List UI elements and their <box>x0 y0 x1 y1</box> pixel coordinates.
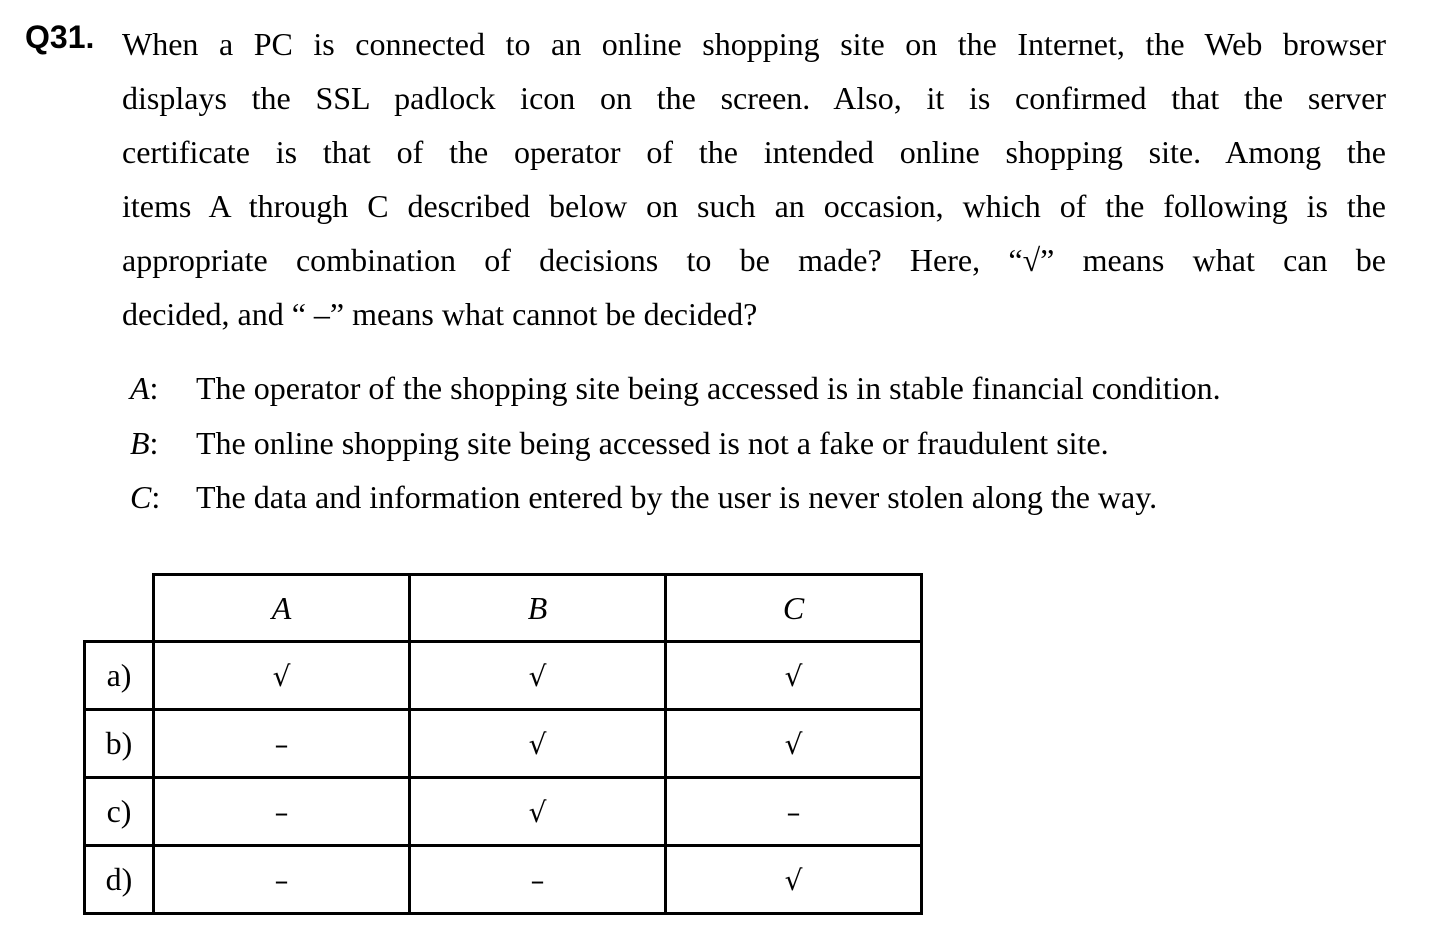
table-row: b) – √ √ <box>83 708 923 779</box>
column-header: C <box>664 573 923 643</box>
row-label: c) <box>83 776 155 847</box>
table-cell: √ <box>152 640 411 711</box>
table-cell: – <box>152 776 411 847</box>
stem-line: displays the SSL padlock icon on the scr… <box>122 80 1386 116</box>
cell-value: √ <box>784 864 803 897</box>
item-letter: C: <box>130 479 161 515</box>
list-item: A: The operator of the shopping site bein… <box>130 361 1221 416</box>
item-letter: A: <box>130 370 159 406</box>
column-header: A <box>152 573 411 643</box>
table-cell: – <box>152 708 411 779</box>
cell-value: – <box>786 796 801 829</box>
question-number: Q31. <box>25 19 95 55</box>
table-row: c) – √ – <box>83 776 923 847</box>
table-row: d) – – √ <box>83 844 923 915</box>
list-item: B: The online shopping site being accesse… <box>130 416 1221 471</box>
cell-value: √ <box>528 660 547 693</box>
list-item: C: The data and information entered by th… <box>130 470 1221 525</box>
row-label: d) <box>83 844 155 915</box>
cell-value: √ <box>528 728 547 761</box>
stem-line: certificate is that of the operator of t… <box>122 134 1386 170</box>
cell-value: – <box>274 728 289 761</box>
table-cell: – <box>664 776 923 847</box>
cell-value: √ <box>784 660 803 693</box>
column-header: B <box>408 573 667 643</box>
table-cell: – <box>408 844 667 915</box>
table-cell: √ <box>408 776 667 847</box>
table-cell: √ <box>408 640 667 711</box>
cell-value: – <box>274 864 289 897</box>
stem-line: When a PC is connected to an online shop… <box>122 26 1386 62</box>
row-label: b) <box>83 708 155 779</box>
table-cell: √ <box>408 708 667 779</box>
table-header-row: A B C <box>84 573 923 643</box>
table-cell: – <box>152 844 411 915</box>
cell-value: √ <box>272 660 291 693</box>
cell-value: √ <box>784 728 803 761</box>
table-cell: √ <box>664 640 923 711</box>
item-text: The online shopping site being accessed … <box>196 424 1109 461</box>
cell-value: – <box>274 796 289 829</box>
item-text: The data and information entered by the … <box>196 479 1158 515</box>
item-list: A: The operator of the shopping site bein… <box>130 361 1221 525</box>
corner-cell <box>84 574 155 643</box>
table-cell: √ <box>664 844 923 915</box>
cell-value: √ <box>528 796 547 829</box>
question-stem: When a PC is connected to an online shop… <box>122 17 1386 341</box>
item-letter: B: <box>130 424 159 461</box>
stem-line: decided, and “ –” means what cannot be d… <box>122 296 758 332</box>
table-cell: √ <box>664 708 923 779</box>
stem-line: items A through C described below on suc… <box>122 188 1386 224</box>
item-text: The operator of the shopping site being … <box>196 370 1221 406</box>
table-row: a) √ √ √ <box>83 640 923 711</box>
cell-value: – <box>530 864 545 897</box>
stem-line: appropriate combination of decisions to … <box>122 242 1386 278</box>
row-label: a) <box>83 640 155 711</box>
answer-table: A B C a) √ √ √ b) – √ √ c) – √ – d) – – … <box>83 573 923 915</box>
